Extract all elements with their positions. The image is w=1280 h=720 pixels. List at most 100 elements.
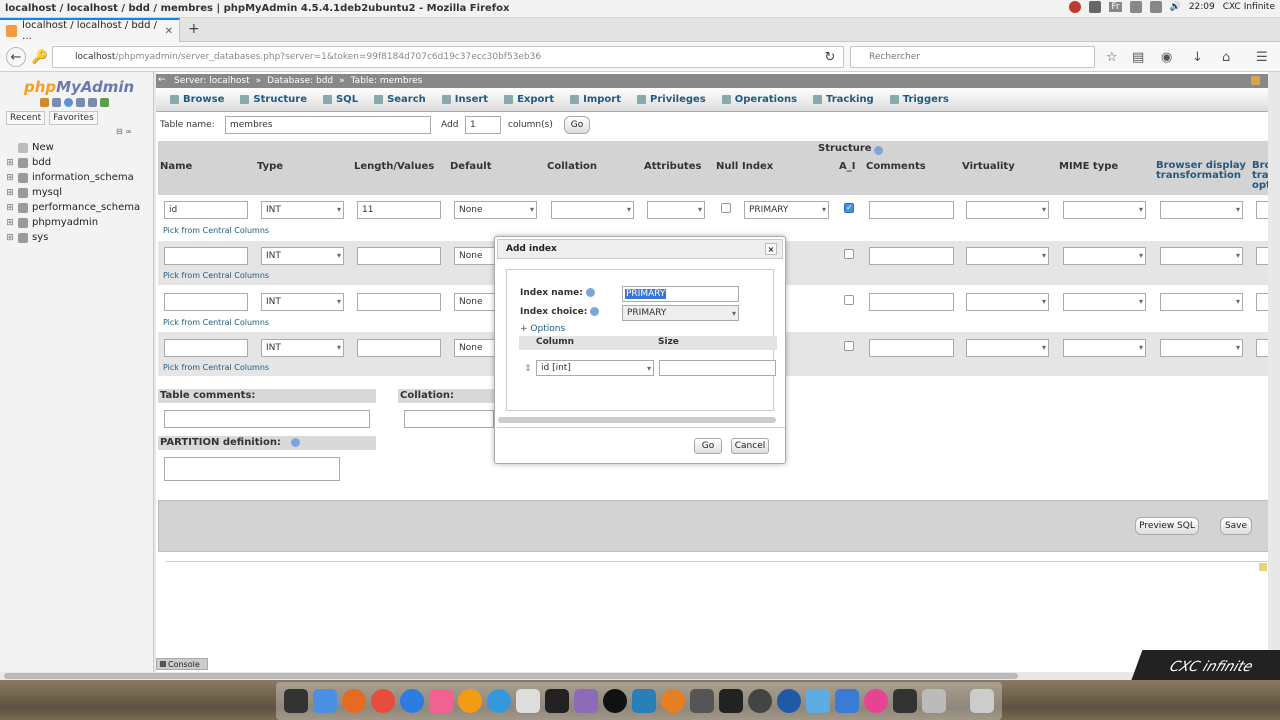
tab-structure[interactable]: Structure: [232, 94, 315, 105]
opera-icon[interactable]: [371, 689, 395, 713]
virtuality-select[interactable]: [966, 247, 1049, 265]
collapse-all-icon[interactable]: ⊟ ∞: [116, 127, 132, 136]
tree-item-bdd[interactable]: ⊞ bdd: [6, 155, 140, 170]
dialog-titlebar[interactable]: Add index ×: [497, 239, 783, 259]
home-icon[interactable]: [40, 98, 49, 107]
index-column-select[interactable]: id [int]: [536, 360, 654, 376]
collation-select[interactable]: [551, 201, 634, 219]
reading-list-icon[interactable]: ▤: [1132, 50, 1144, 65]
mime-select[interactable]: [1063, 339, 1146, 357]
mime-select[interactable]: [1063, 201, 1146, 219]
pick-central-columns-link[interactable]: Pick from Central Columns: [163, 318, 269, 327]
preview-sql-button[interactable]: Preview SQL: [1135, 517, 1199, 535]
breadcrumb-server[interactable]: Server: localhost: [174, 76, 250, 86]
index-name-input[interactable]: PRIMARY: [622, 286, 739, 302]
length-input[interactable]: [357, 339, 441, 357]
new-tab-button[interactable]: +: [188, 21, 200, 37]
identity-icon[interactable]: 🔑: [30, 47, 50, 67]
bookmark-star-icon[interactable]: ☆: [1106, 50, 1118, 65]
close-icon[interactable]: ×: [765, 243, 777, 255]
options-link[interactable]: + Options: [520, 324, 565, 334]
tab-operations[interactable]: Operations: [714, 94, 805, 105]
tools-icon[interactable]: [748, 689, 772, 713]
volume-icon[interactable]: 🔊: [1170, 2, 1181, 12]
default-select[interactable]: None: [454, 201, 537, 219]
launcher-icon[interactable]: [400, 689, 424, 713]
mime-select[interactable]: [1063, 293, 1146, 311]
partition-definition-input[interactable]: [164, 457, 340, 481]
console-toggle[interactable]: Console: [156, 658, 208, 670]
music-icon[interactable]: [429, 689, 453, 713]
scroll-thumb[interactable]: [4, 673, 1018, 679]
virtuality-select[interactable]: [966, 201, 1049, 219]
record-icon[interactable]: [661, 689, 685, 713]
collapse-nav-icon[interactable]: ←: [158, 75, 166, 85]
transformation-select[interactable]: [1160, 247, 1243, 265]
attributes-select[interactable]: [647, 201, 705, 219]
camera-icon[interactable]: [922, 689, 946, 713]
transformation-select[interactable]: [1160, 201, 1243, 219]
add-columns-go-button[interactable]: Go: [564, 116, 590, 134]
app-grid-icon[interactable]: [835, 689, 859, 713]
column-name-input[interactable]: [164, 339, 248, 357]
finder-icon[interactable]: [284, 689, 308, 713]
add-columns-stepper[interactable]: 1: [465, 116, 501, 134]
length-input[interactable]: [357, 293, 441, 311]
virtuality-select[interactable]: [966, 293, 1049, 311]
breadcrumb-database[interactable]: Database: bdd: [267, 76, 333, 86]
help-icon[interactable]: [590, 307, 600, 316]
help-icon[interactable]: [585, 288, 595, 297]
docs-icon[interactable]: [76, 98, 85, 107]
type-select[interactable]: INT: [261, 293, 344, 311]
back-button[interactable]: ←: [6, 47, 26, 67]
help-icon[interactable]: [874, 146, 883, 155]
logout-icon[interactable]: [52, 98, 61, 107]
page-settings-icon[interactable]: [1259, 563, 1267, 571]
table-comments-input[interactable]: [164, 410, 370, 428]
tab-search[interactable]: Search: [366, 94, 434, 105]
length-input[interactable]: [357, 247, 441, 265]
dialog-scrollbar[interactable]: [498, 417, 776, 423]
tab-sql[interactable]: SQL: [315, 94, 366, 105]
tree-item-mysql[interactable]: ⊞ mysql: [6, 185, 140, 200]
tree-item-new[interactable]: New: [6, 140, 140, 155]
col-header-browser-transformation[interactable]: Browser display transformation: [1156, 161, 1246, 181]
image-viewer-icon[interactable]: [574, 689, 598, 713]
save-button[interactable]: Save: [1220, 517, 1252, 535]
type-select[interactable]: INT: [261, 339, 344, 357]
table-collation-select[interactable]: [404, 410, 494, 428]
table-name-input[interactable]: membres: [225, 116, 431, 134]
breadcrumb-table[interactable]: Table: membres: [351, 76, 423, 86]
type-select[interactable]: INT: [261, 247, 344, 265]
lock-icon[interactable]: [1251, 76, 1260, 85]
mail-client-icon[interactable]: [632, 689, 656, 713]
dialog-go-button[interactable]: Go: [694, 438, 722, 454]
home-icon[interactable]: ⌂: [1222, 50, 1230, 65]
index-select[interactable]: PRIMARY: [744, 201, 829, 219]
printer-icon[interactable]: [690, 689, 714, 713]
clock[interactable]: 22:09: [1189, 2, 1215, 12]
type-select[interactable]: INT: [261, 201, 344, 219]
column-name-input[interactable]: id: [164, 201, 248, 219]
tab-tracking[interactable]: Tracking: [805, 94, 882, 105]
help-icon[interactable]: [290, 437, 300, 447]
tab-privileges[interactable]: Privileges: [629, 94, 714, 105]
length-input[interactable]: 11: [357, 201, 441, 219]
auto-increment-checkbox[interactable]: [844, 249, 854, 259]
reload-icon[interactable]: ↻: [820, 47, 840, 67]
comments-input[interactable]: [869, 247, 954, 265]
vertical-scrollbar[interactable]: [1268, 72, 1280, 672]
reload-nav-icon[interactable]: [100, 98, 109, 107]
transformation-select[interactable]: [1160, 339, 1243, 357]
mail-icon[interactable]: [1129, 1, 1142, 13]
index-size-input[interactable]: [659, 360, 776, 376]
notes-icon[interactable]: [516, 689, 540, 713]
column-name-input[interactable]: [164, 293, 248, 311]
comments-input[interactable]: [869, 201, 954, 219]
url-bar[interactable]: localhost /phpmyadmin/server_databases.p…: [52, 46, 844, 68]
tree-item-information-schema[interactable]: ⊞ information_schema: [6, 170, 140, 185]
battery-icon[interactable]: [1149, 1, 1162, 13]
tree-item-performance-schema[interactable]: ⊞ performance_schema: [6, 200, 140, 215]
wifi-icon[interactable]: [1089, 1, 1102, 13]
phpmyadmin-logo[interactable]: phpMyAdmin: [24, 78, 134, 96]
